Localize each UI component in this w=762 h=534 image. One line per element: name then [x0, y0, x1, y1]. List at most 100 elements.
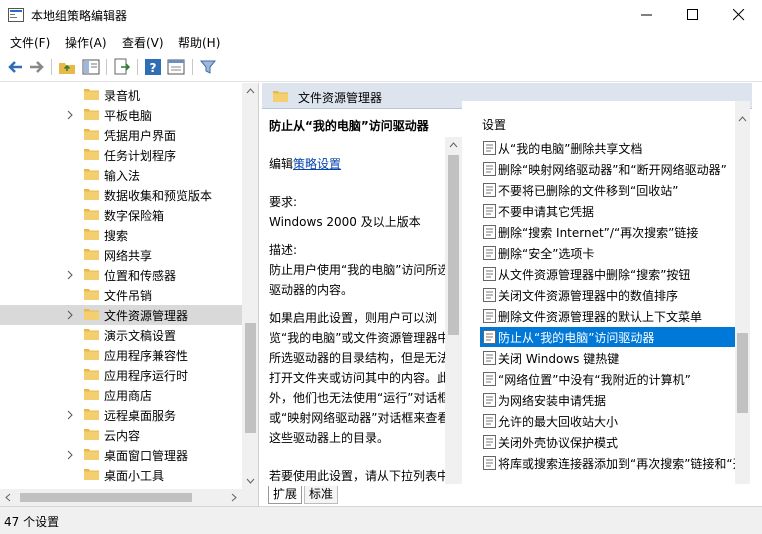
back-arrow-icon[interactable]	[6, 58, 24, 76]
expand-arrow-icon[interactable]	[66, 410, 74, 420]
expand-arrow-icon[interactable]	[66, 110, 74, 120]
requirements-label: 要求:	[269, 195, 298, 209]
scroll-left-icon[interactable]	[0, 489, 17, 506]
tree-item[interactable]: 应用程序运行时	[0, 365, 243, 385]
setting-row[interactable]: 允许的最大回收站大小	[480, 411, 750, 431]
tree-item-label: 应用程序运行时	[104, 369, 189, 383]
tree-horizontal-scrollbar[interactable]	[0, 489, 258, 506]
tab-standard[interactable]: 标准	[304, 486, 339, 504]
setting-row[interactable]: 为网络安装申请凭据	[480, 390, 750, 410]
tree-item[interactable]: 数字保险箱	[0, 205, 243, 225]
maximize-button[interactable]	[670, 0, 716, 30]
setting-row[interactable]: 防止从“我的电脑”访问驱动器	[480, 327, 750, 347]
policy-setting-icon	[483, 141, 496, 155]
tree-item-label: 凭据用户界面	[104, 129, 177, 143]
minimize-button[interactable]	[624, 0, 670, 30]
expand-arrow-icon[interactable]	[66, 270, 74, 280]
tree-item-label: 网络共享	[104, 249, 153, 263]
tree-item[interactable]: 输入法	[0, 165, 243, 185]
folder-icon	[84, 389, 99, 400]
tree-item[interactable]: 录音机	[0, 85, 243, 105]
settings-column-header[interactable]: 设置	[482, 116, 506, 133]
tab-extended[interactable]: 扩展	[268, 486, 303, 504]
menu-file[interactable]: 文件(F)	[10, 34, 50, 51]
menu-action[interactable]: 操作(A)	[65, 34, 107, 51]
setting-row[interactable]: 关闭文件资源管理器中的数值排序	[480, 285, 750, 305]
policy-tree: 录音机 平板电脑凭据用户界面任务计划程序输入法数据收集和预览版本 数字保险箱 搜索网络…	[0, 83, 259, 506]
tree-item[interactable]: 文件资源管理器	[0, 305, 243, 325]
description-scroll-thumb[interactable]	[448, 155, 459, 335]
tree-item[interactable]: 凭据用户界面	[0, 125, 243, 145]
tree-item[interactable]: 网络共享	[0, 245, 243, 265]
settings-scrollbar[interactable]	[735, 101, 750, 484]
up-folder-icon[interactable]	[58, 58, 76, 76]
setting-row[interactable]: 不要将已删除的文件移到“回收站”	[480, 180, 750, 200]
minimize-icon	[641, 14, 652, 16]
tree-item-label: 应用商店	[104, 389, 153, 403]
scroll-right-icon[interactable]	[225, 489, 242, 506]
scroll-up-icon[interactable]	[242, 83, 259, 100]
scroll-up-icon[interactable]	[734, 111, 750, 128]
setting-row[interactable]: 从“我的电脑”删除共享文档	[480, 138, 750, 158]
tree-item[interactable]: 数据收集和预览版本	[0, 185, 243, 205]
expand-arrow-icon[interactable]	[66, 310, 74, 320]
tree-item[interactable]: 平板电脑	[0, 105, 243, 125]
tree-item[interactable]: 位置和传感器	[0, 265, 243, 285]
policy-setting-icon	[483, 267, 496, 281]
setting-row[interactable]: 关闭 Windows 键热键	[480, 348, 750, 368]
scroll-up-icon[interactable]	[445, 137, 462, 154]
maximize-icon	[687, 9, 698, 20]
setting-row[interactable]: 不要申请其它凭据	[480, 201, 750, 221]
tree-item[interactable]: 桌面窗口管理器	[0, 445, 243, 465]
settings-list: 设置 从“我的电脑”删除共享文档删除“映射网络驱动器”和“断开网络驱动器” 不要将…	[462, 101, 750, 484]
tree-item[interactable]: 应用程序兼容性	[0, 345, 243, 365]
expand-arrow-icon[interactable]	[66, 450, 74, 460]
setting-label: 防止从“我的电脑”访问驱动器	[498, 331, 655, 345]
show-hide-tree-icon[interactable]	[82, 58, 100, 76]
policy-setting-icon	[483, 456, 496, 470]
description-paragraph: 如果启用此设置，则用户可以浏览“我的电脑”或文件资源管理器中所选驱动器的目录结构…	[269, 311, 450, 445]
setting-row[interactable]: “网络位置”中没有“我附近的计算机”	[480, 369, 750, 389]
policy-setting-icon	[483, 288, 496, 302]
tree-item-label: 输入法	[104, 169, 141, 183]
setting-row[interactable]: 关闭外壳协议保护模式	[480, 432, 750, 452]
description-scrollbar[interactable]	[445, 137, 462, 484]
tree-item[interactable]: 文件吊销	[0, 285, 243, 305]
tree-item[interactable]: 远程桌面服务	[0, 405, 243, 425]
scroll-down-icon[interactable]	[242, 472, 259, 489]
policy-description: 防止从“我的电脑”访问驱动器 编辑策略设置 要求: Windows 2000 及…	[262, 110, 462, 484]
setting-row[interactable]: 删除“搜索 Internet”/“再次搜索”链接	[480, 222, 750, 242]
properties-icon[interactable]	[167, 58, 185, 76]
tree-scroll-thumb[interactable]	[245, 323, 256, 433]
setting-row[interactable]: 删除文件资源管理器的默认上下文菜单	[480, 306, 750, 326]
tree-vertical-scrollbar[interactable]	[242, 83, 259, 489]
folder-icon	[84, 249, 99, 260]
settings-scroll-thumb[interactable]	[737, 333, 748, 413]
menu-view[interactable]: 查看(V)	[122, 34, 164, 51]
edit-policy-link[interactable]: 策略设置	[293, 157, 341, 171]
requirements-value: Windows 2000 及以上版本	[269, 215, 421, 229]
menu-help[interactable]: 帮助(H)	[178, 34, 220, 51]
help-icon[interactable]: ?	[144, 58, 162, 76]
folder-icon	[84, 409, 99, 420]
policy-setting-icon	[483, 372, 496, 386]
forward-arrow-icon[interactable]	[28, 58, 46, 76]
filter-icon[interactable]	[199, 58, 217, 76]
tree-item[interactable]: 演示文稿设置	[0, 325, 243, 345]
export-list-icon[interactable]	[113, 58, 131, 76]
setting-row[interactable]: 删除“映射网络驱动器”和“断开网络驱动器”	[480, 159, 750, 179]
tree-item[interactable]: 应用商店	[0, 385, 243, 405]
tree-item-label: 桌面窗口管理器	[104, 449, 189, 463]
setting-row[interactable]: 删除“安全”选项卡	[480, 243, 750, 263]
folder-icon	[84, 329, 99, 340]
tree-item[interactable]: 桌面小工具	[0, 465, 243, 485]
setting-row[interactable]: 从文件资源管理器中删除“搜索”按钮	[480, 264, 750, 284]
title-bar: 本地组策略编辑器	[0, 0, 762, 30]
tree-item[interactable]: 云内容	[0, 425, 243, 445]
tree-item[interactable]: 任务计划程序	[0, 145, 243, 165]
setting-row[interactable]: 将库或搜索连接器添加到“再次搜索”链接和“开	[480, 453, 750, 473]
tree-item[interactable]: 搜索	[0, 225, 243, 245]
close-button[interactable]	[716, 0, 762, 30]
tree-hscroll-thumb[interactable]	[20, 493, 192, 502]
setting-label: 删除“映射网络驱动器”和“断开网络驱动器”	[498, 163, 727, 177]
